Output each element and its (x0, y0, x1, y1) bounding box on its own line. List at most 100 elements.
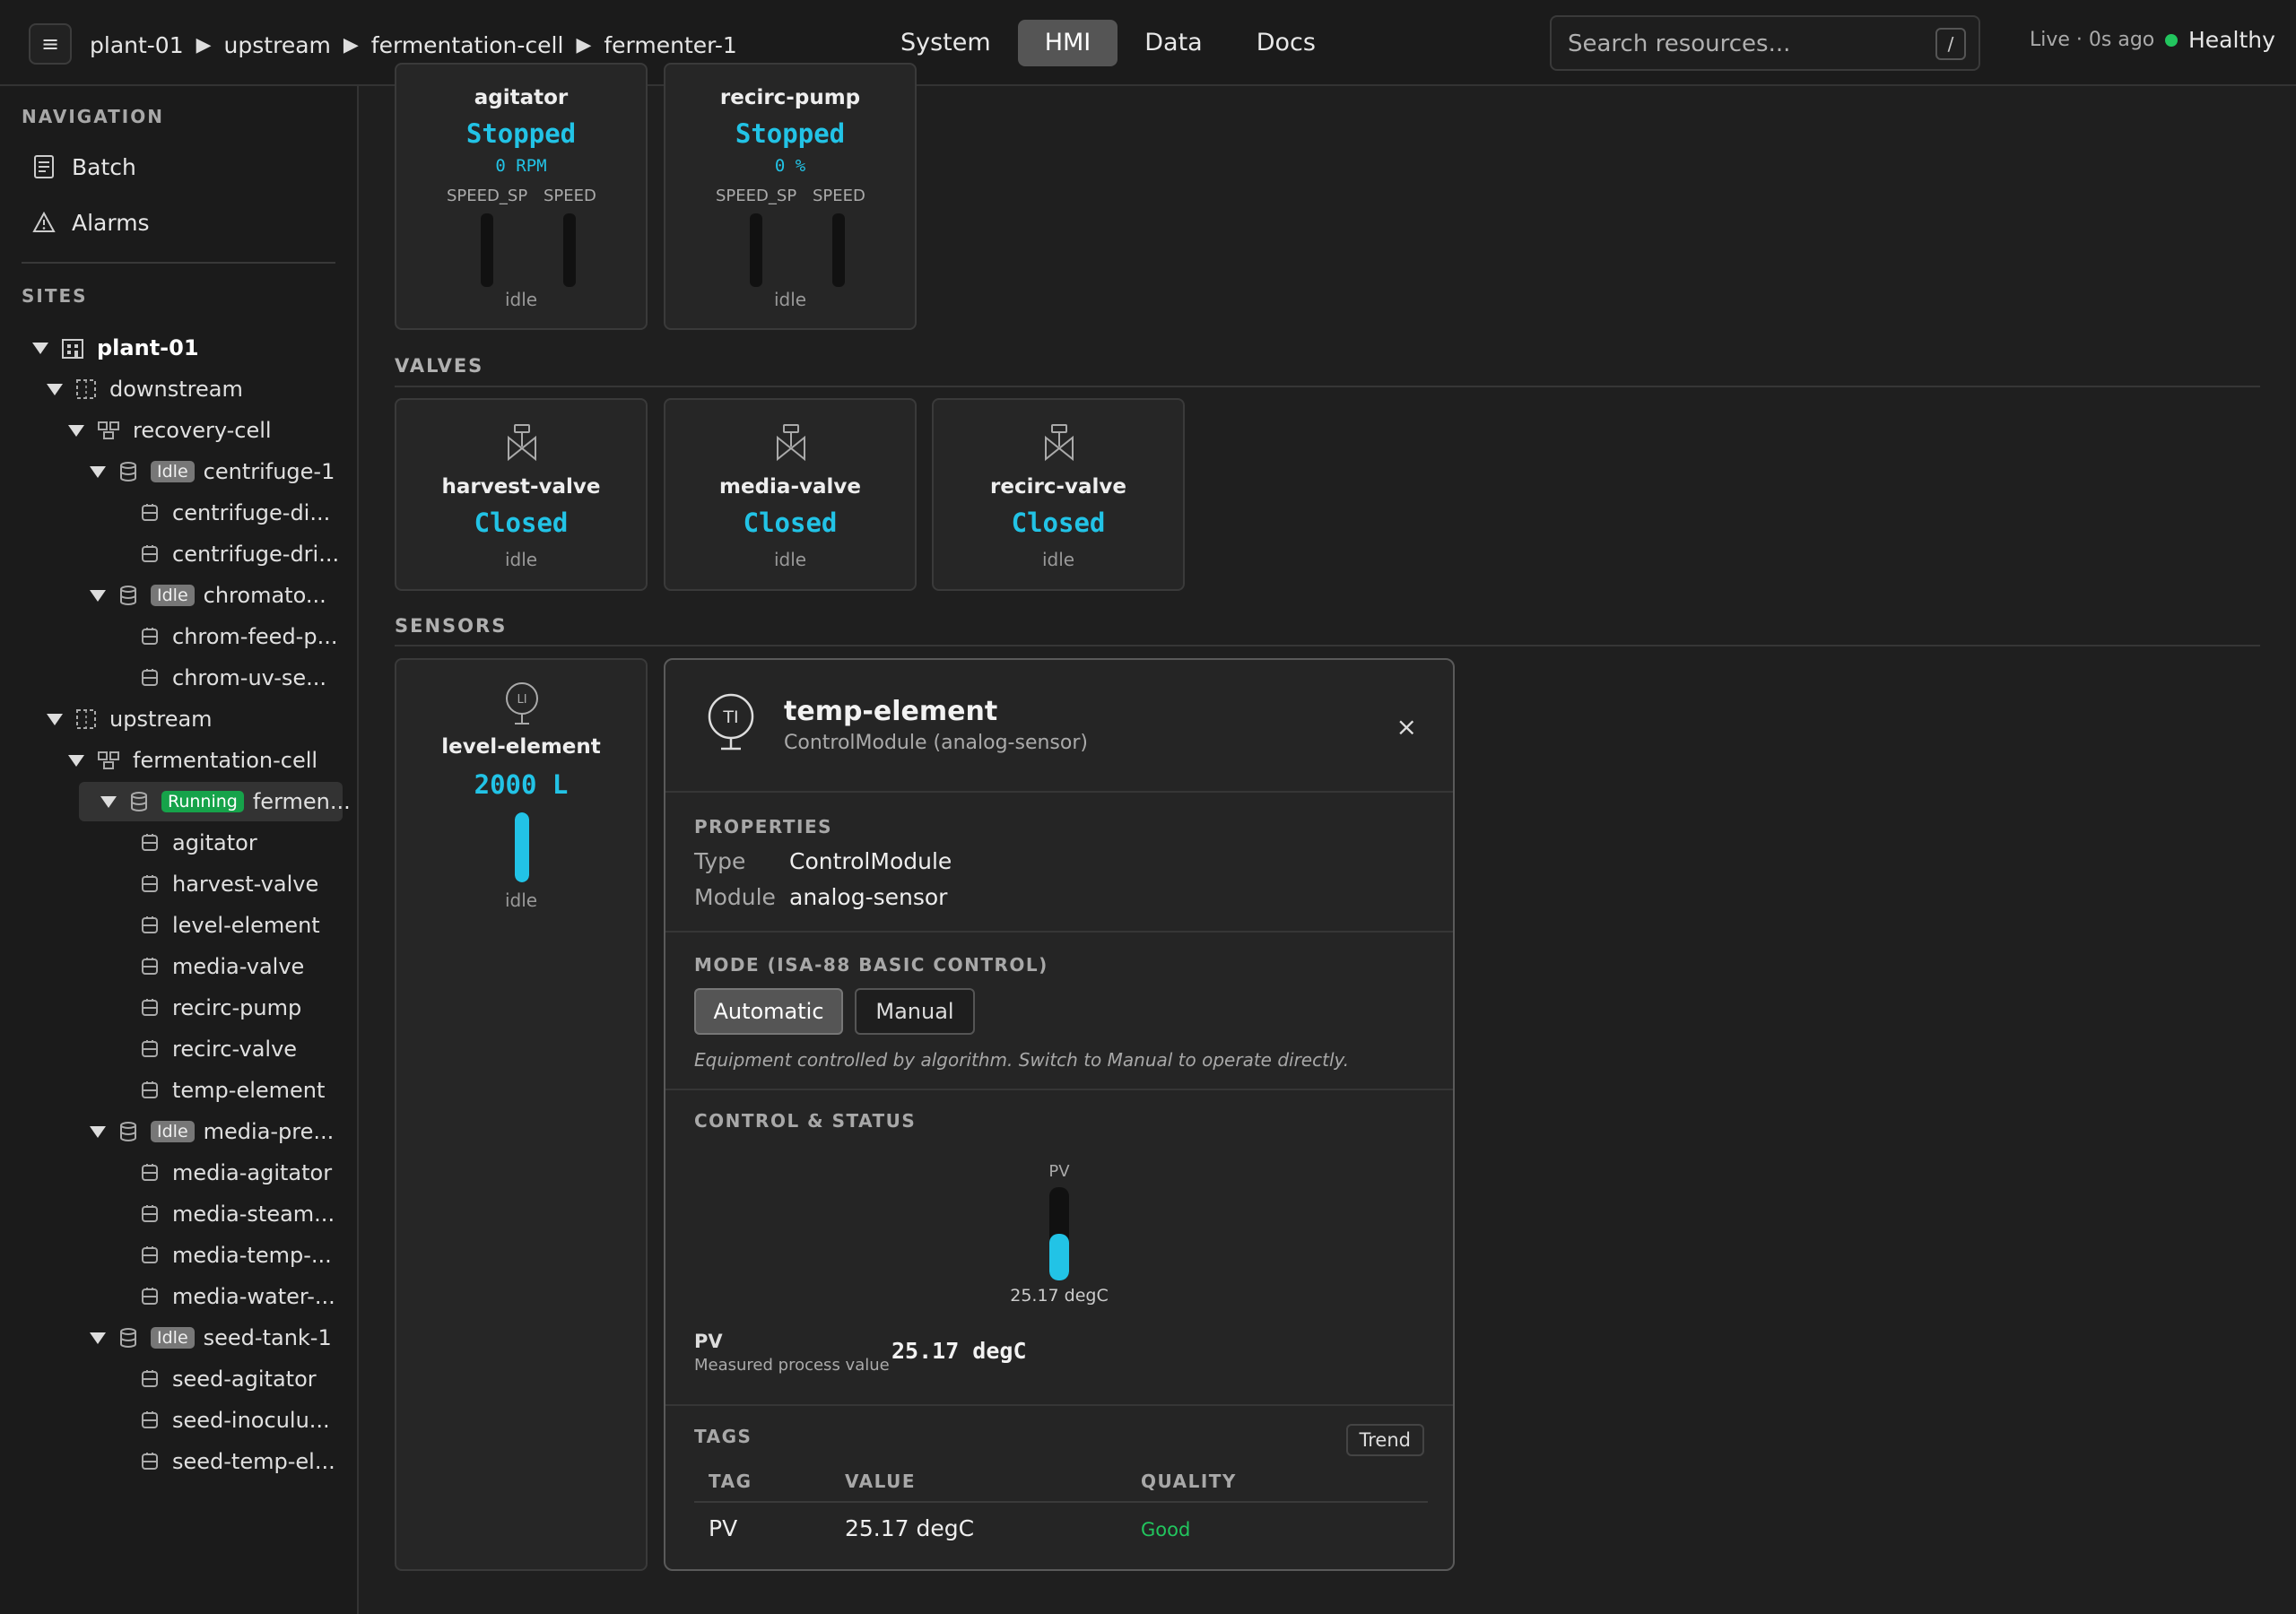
trend-button[interactable]: Trend (1345, 1424, 1424, 1456)
expand-caret-icon[interactable] (47, 713, 63, 725)
tree-item-cm[interactable]: seed-inoculu... (140, 1401, 330, 1440)
sensor-name: level-element (441, 735, 601, 759)
property-key: Type (694, 848, 746, 874)
breadcrumb: plant-01 ▶ upstream ▶ fermentation-cell … (90, 27, 737, 63)
property-key: Module (694, 884, 776, 910)
tab-data[interactable]: Data (1118, 20, 1229, 66)
expand-caret-icon[interactable] (32, 342, 48, 354)
properties-heading: PROPERTIES (694, 816, 833, 837)
sensor-card-level-element[interactable]: LI level-element 2000 L idle (395, 658, 648, 1571)
module-icon (140, 1080, 160, 1100)
cell-icon (97, 421, 120, 440)
tree-item-cm[interactable]: seed-agitator (140, 1359, 317, 1399)
tree-item-cm[interactable]: media-valve (140, 947, 304, 986)
menu-button[interactable]: ≡ (29, 23, 72, 65)
expand-caret-icon[interactable] (90, 465, 106, 478)
health-status: Healthy (2165, 27, 2275, 53)
search-box: / (1550, 15, 1980, 71)
top-bar: ≡ plant-01 ▶ upstream ▶ fermentation-cel… (0, 0, 2296, 86)
tree-item-cm[interactable]: agitator (140, 823, 257, 863)
sidebar-item-alarms[interactable]: Alarms (32, 203, 150, 242)
tree-item-area[interactable]: upstream (47, 699, 213, 739)
expand-caret-icon[interactable] (100, 795, 117, 808)
tree-item-cm[interactable]: media-steam... (140, 1194, 335, 1234)
tree-item-unit[interactable]: Idle centrifuge-1 (90, 452, 335, 491)
sensors-divider (395, 645, 2260, 646)
breadcrumb-item[interactable]: fermentation-cell (371, 32, 564, 58)
pv-gauge (1049, 1187, 1069, 1280)
sidebar: NAVIGATION Batch Alarms SITES plant-01 do… (0, 86, 359, 1614)
expand-caret-icon[interactable] (90, 589, 106, 602)
mode-automatic-button[interactable]: Automatic (694, 988, 843, 1035)
module-icon (140, 1287, 160, 1306)
unit-icon (118, 1121, 138, 1142)
tree-item-label: downstream (109, 377, 243, 402)
tree-item-label: chrom-feed-p... (172, 624, 338, 649)
motor-card-agitator[interactable]: agitator Stopped 0 RPM SPEED_SP SPEED id… (395, 63, 648, 330)
expand-caret-icon[interactable] (68, 754, 84, 767)
module-icon (140, 1039, 160, 1059)
pv-gauge-fill (1049, 1234, 1069, 1280)
tree-item-label: chrom-uv-se... (172, 665, 327, 690)
expand-caret-icon[interactable] (90, 1125, 106, 1138)
valve-status: idle (1041, 549, 1075, 570)
tree-item-cm[interactable]: media-temp-... (140, 1236, 332, 1275)
unit-icon (129, 791, 149, 812)
tree-item-cm[interactable]: seed-temp-el... (140, 1442, 335, 1481)
tab-hmi[interactable]: HMI (1017, 20, 1118, 66)
speed-label: SPEED (544, 187, 596, 205)
sensor-value: 2000 L (474, 769, 569, 800)
sidebar-item-batch[interactable]: Batch (32, 147, 136, 187)
expand-caret-icon[interactable] (47, 383, 63, 395)
tree-item-cell[interactable]: fermentation-cell (68, 741, 317, 780)
tree-item-unit[interactable]: Running fermen... (79, 782, 351, 821)
tree-item-label: recirc-valve (172, 1037, 298, 1062)
panel-icon-text: TI (722, 707, 738, 727)
unit-icon (118, 1327, 138, 1349)
tree-item-label: media-steam... (172, 1202, 335, 1227)
tree-item-cm[interactable]: recirc-pump (140, 988, 301, 1028)
tree-item-unit[interactable]: Idle media-pre... (90, 1112, 334, 1151)
health-label: Healthy (2188, 27, 2275, 53)
tree-item-area[interactable]: downstream (47, 369, 243, 409)
tree-item-cm[interactable]: temp-element (140, 1071, 325, 1110)
tree-item-cm[interactable]: chrom-feed-p... (140, 617, 337, 656)
tab-docs[interactable]: Docs (1230, 20, 1343, 66)
tree-item-cm[interactable]: media-water-... (140, 1277, 335, 1316)
mode-manual-button[interactable]: Manual (855, 988, 975, 1035)
tree-item-site[interactable]: plant-01 (32, 328, 199, 368)
tree-item-cm[interactable]: chrom-uv-se... (140, 658, 326, 698)
tree-item-unit[interactable]: Idle chromato... (90, 576, 326, 615)
module-icon (140, 1369, 160, 1389)
level-bar-fill (515, 812, 529, 882)
tree-item-cm[interactable]: level-element (140, 906, 320, 945)
breadcrumb-item[interactable]: plant-01 (90, 32, 184, 58)
valve-name: recirc-valve (990, 475, 1126, 499)
tree-item-cm[interactable]: harvest-valve (140, 864, 318, 904)
expand-caret-icon[interactable] (90, 1332, 106, 1344)
module-icon (140, 1204, 160, 1224)
tree-item-unit[interactable]: Idle seed-tank-1 (90, 1318, 332, 1358)
tree-item-cell[interactable]: recovery-cell (68, 411, 272, 450)
breadcrumb-item[interactable]: upstream (224, 32, 331, 58)
breadcrumb-item[interactable]: fermenter-1 (604, 32, 736, 58)
expand-caret-icon[interactable] (68, 424, 84, 437)
search-input[interactable] (1568, 28, 1909, 60)
tree-item-cm[interactable]: centrifuge-dri... (140, 534, 339, 574)
tree-item-cm[interactable]: centrifuge-di... (140, 493, 330, 533)
breadcrumb-separator-icon: ▶ (576, 33, 592, 56)
valve-card-recirc-valve[interactable]: recirc-valve Closed idle (932, 398, 1185, 591)
motor-card-recirc-pump[interactable]: recirc-pump Stopped 0 % SPEED_SP SPEED i… (664, 63, 917, 330)
close-icon[interactable]: × (1396, 712, 1417, 742)
valve-card-harvest-valve[interactable]: harvest-valve Closed idle (395, 398, 648, 591)
sensor-status: idle (504, 889, 538, 911)
live-status: Live · 0s ago (2030, 29, 2155, 51)
property-value: analog-sensor (789, 884, 948, 910)
gauge-label: PV (1048, 1162, 1070, 1181)
tree-item-label: centrifuge-di... (172, 500, 331, 525)
tab-system[interactable]: System (874, 20, 1018, 66)
tree-item-cm[interactable]: recirc-valve (140, 1029, 297, 1069)
tree-item-cm[interactable]: media-agitator (140, 1153, 332, 1193)
valve-card-media-valve[interactable]: media-valve Closed idle (664, 398, 917, 591)
panel-title: temp-element (784, 696, 998, 727)
